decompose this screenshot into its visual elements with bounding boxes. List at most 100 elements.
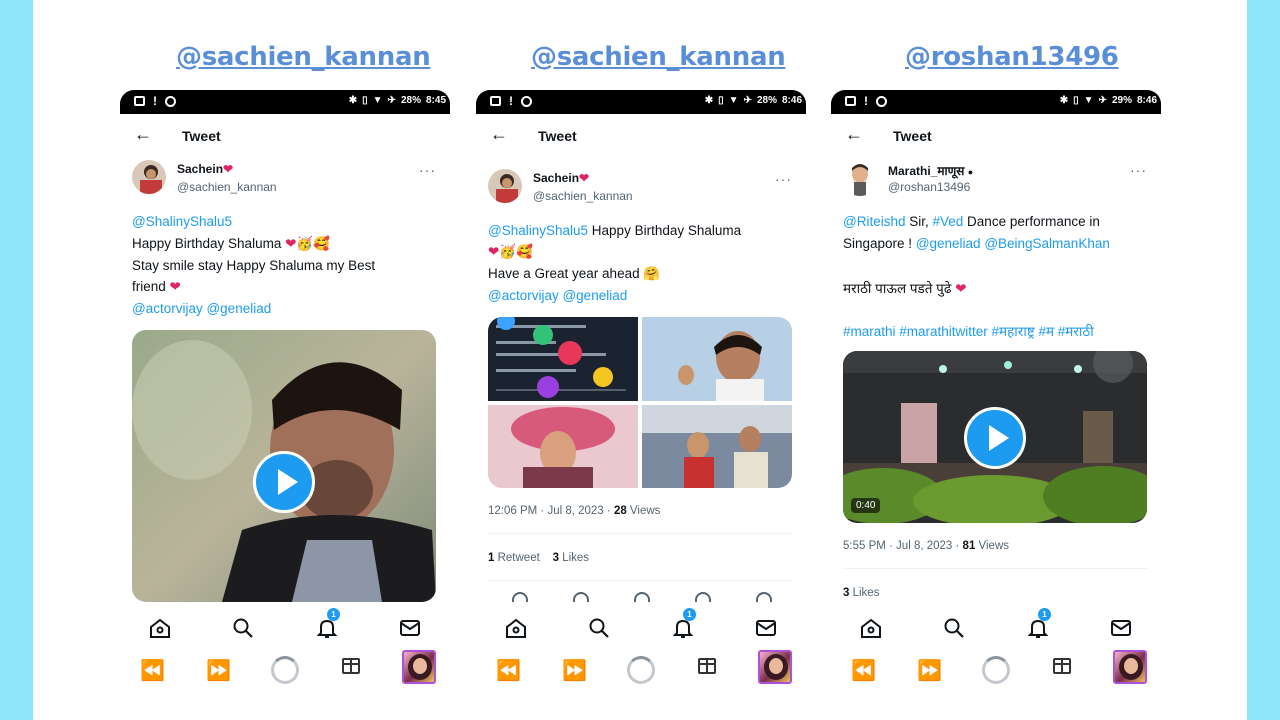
- more-icon[interactable]: ···: [419, 162, 436, 178]
- divider: [488, 533, 792, 534]
- avatar[interactable]: [843, 162, 877, 196]
- mail-icon[interactable]: [398, 616, 422, 640]
- battery-level: 29%: [1111, 95, 1132, 106]
- phone-screenshot-3: ! ✱ ▯ ▼ ✈ 29% 8:46 ← Tweet Marathi_माणूस ● @r…: [831, 90, 1161, 720]
- bottom-nav: 1 ⏪ ⏩: [120, 602, 450, 720]
- bottom-nav: 1 ⏪ ⏩: [476, 602, 806, 720]
- forward-icon[interactable]: ⏩: [562, 658, 587, 683]
- alert-icon: !: [153, 94, 157, 108]
- tweet-timestamp: 12:06 PM · Jul 8, 2023 · 28 Views: [488, 505, 661, 517]
- profile-thumbnail[interactable]: [758, 650, 792, 684]
- alert-icon: !: [509, 94, 513, 108]
- tweet-stats[interactable]: 3 Likes: [843, 587, 879, 599]
- rewind-icon[interactable]: ⏪: [140, 658, 165, 683]
- handle-title-1[interactable]: @sachien_kannan: [176, 42, 431, 72]
- display-name[interactable]: Sachein❤: [177, 162, 233, 176]
- clock: 8:46: [781, 95, 802, 106]
- bluetooth-icon: ✱: [348, 95, 358, 106]
- tweet-hashtags[interactable]: #marathi #marathitwitter #महाराष्ट्र #म …: [843, 322, 1094, 340]
- share-icon[interactable]: [756, 592, 772, 602]
- tweet-mentions[interactable]: @actorvijay @geneliad: [132, 301, 271, 316]
- tweet-stats[interactable]: 1 Retweet 3 Likes: [488, 552, 589, 564]
- tweet-line: Stay smile stay Happy Shaluma my Best: [132, 258, 376, 273]
- display-name[interactable]: Marathi_माणूस ●: [888, 162, 973, 179]
- divider: [843, 568, 1147, 569]
- notification-badge: 1: [1038, 608, 1051, 621]
- gift-icon[interactable]: [342, 658, 360, 674]
- handle-title-3[interactable]: @roshan13496: [905, 42, 1119, 72]
- play-icon[interactable]: [253, 451, 315, 513]
- tweet-hashtag[interactable]: #Ved: [933, 214, 964, 229]
- chat-icon: [521, 95, 532, 107]
- forward-icon[interactable]: ⏩: [206, 658, 231, 683]
- tweet-video[interactable]: 0:40: [843, 351, 1147, 523]
- gift-icon[interactable]: [698, 658, 716, 674]
- tweet-line: @ShalinyShalu5 Happy Birthday Shaluma: [488, 223, 742, 238]
- avatar[interactable]: [132, 160, 166, 194]
- phone-screenshot-1: ! ✱ ▯ ▼ ✈ 28% 8:45 ← Tweet Sachein❤ @sachien_…: [120, 90, 450, 720]
- loading-ring-icon[interactable]: [271, 656, 299, 684]
- search-icon[interactable]: [587, 616, 611, 640]
- back-arrow-icon[interactable]: ←: [134, 124, 152, 145]
- avatar[interactable]: [488, 169, 522, 203]
- status-bar: ! ✱ ▯ ▼ ✈ 28% 8:46: [476, 90, 806, 114]
- search-icon[interactable]: [231, 616, 255, 640]
- tweet-video[interactable]: [132, 330, 436, 602]
- home-icon[interactable]: [504, 616, 528, 640]
- forward-icon[interactable]: ⏩: [917, 658, 942, 683]
- back-arrow-icon[interactable]: ←: [845, 124, 863, 145]
- user-handle[interactable]: @sachien_kannan: [177, 180, 277, 194]
- retweet-icon[interactable]: [573, 592, 589, 602]
- home-icon[interactable]: [148, 616, 172, 640]
- search-icon[interactable]: [942, 616, 966, 640]
- canvas: @sachien_kannan @sachien_kannan @roshan1…: [33, 0, 1247, 720]
- chat-icon: [876, 95, 887, 107]
- tweet-line: friend ❤: [132, 279, 181, 294]
- chat-icon: [165, 95, 176, 107]
- display-name[interactable]: Sachein❤: [533, 171, 589, 185]
- airplane-icon: ✈: [743, 95, 752, 106]
- wifi-icon: ▼: [728, 95, 739, 106]
- status-bar: ! ✱ ▯ ▼ ✈ 29% 8:46: [831, 90, 1161, 114]
- phone-screenshot-2: ! ✱ ▯ ▼ ✈ 28% 8:46 ← Tweet Sachein❤ @sachien_…: [476, 90, 806, 720]
- video-duration: 0:40: [851, 498, 881, 513]
- reply-icon[interactable]: [512, 592, 528, 602]
- wifi-icon: ▼: [372, 95, 383, 106]
- bluetooth-icon: ✱: [1059, 95, 1069, 106]
- tweet-mention[interactable]: @ShalinyShalu5: [488, 223, 588, 238]
- back-arrow-icon[interactable]: ←: [490, 124, 508, 145]
- user-handle[interactable]: @roshan13496: [888, 180, 970, 194]
- like-icon[interactable]: [634, 592, 650, 602]
- profile-thumbnail[interactable]: [402, 650, 436, 684]
- image-icon: [490, 96, 501, 106]
- vibrate-icon: ▯: [362, 95, 368, 106]
- rewind-icon[interactable]: ⏪: [851, 658, 876, 683]
- tweet-line: Singapore ! @geneliad @BeingSalmanKhan: [843, 236, 1110, 251]
- tweet-mentions[interactable]: @actorvijay @geneliad: [488, 288, 627, 303]
- tweet-mentions[interactable]: @geneliad @BeingSalmanKhan: [916, 236, 1110, 251]
- tweet-mention[interactable]: @Riteishd: [843, 214, 905, 229]
- more-icon[interactable]: ···: [1130, 162, 1147, 178]
- mail-icon[interactable]: [1109, 616, 1133, 640]
- battery-level: 28%: [400, 95, 421, 106]
- loading-ring-icon[interactable]: [627, 656, 655, 684]
- tweet-image-grid[interactable]: [488, 317, 792, 488]
- tweet-mention[interactable]: @ShalinyShalu5: [132, 214, 232, 229]
- tweet-line: Happy Birthday Shaluma ❤🥳🥰: [132, 236, 331, 251]
- alert-icon: !: [864, 94, 868, 108]
- rewind-icon[interactable]: ⏪: [496, 658, 521, 683]
- home-icon[interactable]: [859, 616, 883, 640]
- more-icon[interactable]: ···: [775, 171, 792, 187]
- bookmark-icon[interactable]: [695, 592, 711, 602]
- gift-icon[interactable]: [1053, 658, 1071, 674]
- loading-ring-icon[interactable]: [982, 656, 1010, 684]
- vibrate-icon: ▯: [1073, 95, 1079, 106]
- airplane-icon: ✈: [387, 95, 396, 106]
- profile-thumbnail[interactable]: [1113, 650, 1147, 684]
- handle-title-2[interactable]: @sachien_kannan: [531, 42, 786, 72]
- image-icon: [845, 96, 856, 106]
- user-handle[interactable]: @sachien_kannan: [533, 189, 633, 203]
- play-icon[interactable]: [964, 407, 1026, 469]
- mail-icon[interactable]: [754, 616, 778, 640]
- clock: 8:45: [425, 95, 446, 106]
